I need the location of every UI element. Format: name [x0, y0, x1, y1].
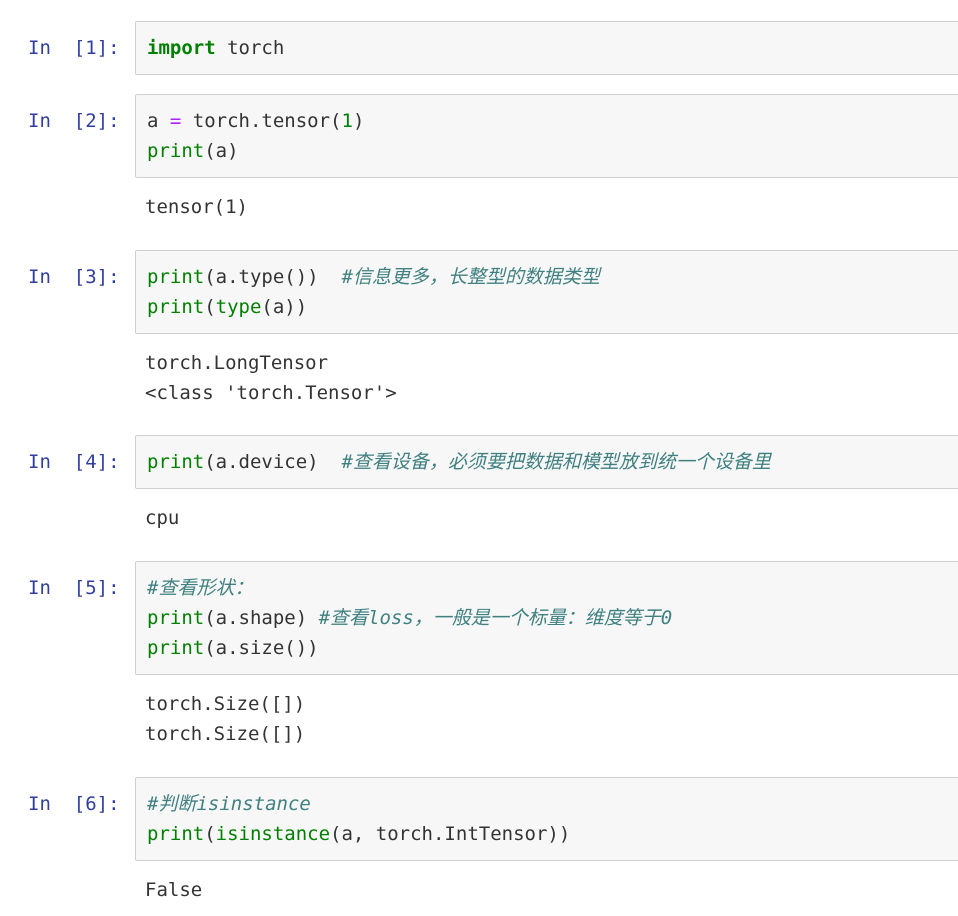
code-token: (a)	[204, 140, 239, 162]
code-token: isinstance	[215, 823, 331, 845]
output-line: cpu	[145, 507, 180, 529]
code-token: print	[147, 823, 205, 845]
output-line: False	[145, 879, 203, 901]
code-token: #信息更多，长整型的数据类型	[341, 266, 600, 288]
input-prompt: In [1]:	[28, 37, 120, 59]
code-token: print	[147, 451, 205, 473]
code-token: a	[147, 110, 170, 132]
code-token: print	[147, 266, 205, 288]
code-input-area[interactable]: import torch	[135, 21, 958, 75]
code-line: print(a.shape) #查看loss，一般是一个标量：维度等于0	[147, 603, 958, 633]
code-token: #查看loss，一般是一个标量：维度等于0	[318, 607, 673, 629]
code-line: print(a.size())	[147, 633, 958, 663]
cell-output: tensor(1)	[145, 192, 248, 222]
input-prompt: In [2]:	[28, 110, 120, 132]
code-input-area[interactable]: a = torch.tensor(1) print(a)	[135, 94, 958, 178]
code-token: #查看形状：	[147, 577, 254, 599]
code-token: print	[147, 140, 205, 162]
code-token: print	[147, 296, 205, 318]
code-line: print(a)	[147, 136, 958, 166]
code-token: 1	[341, 110, 353, 132]
cell-output: torch.Size([]) torch.Size([])	[145, 689, 305, 749]
code-input-area[interactable]: print(a.type()) #信息更多，长整型的数据类型 print(type…	[135, 250, 958, 334]
code-input-area[interactable]: print(a.device) #查看设备，必须要把数据和模型放到统一个设备里	[135, 435, 958, 489]
code-line: a = torch.tensor(1)	[147, 106, 958, 136]
output-line: torch.LongTensor	[145, 352, 329, 374]
code-token: type	[215, 296, 262, 318]
code-line: #查看形状：	[147, 573, 958, 603]
code-token: torch.tensor(	[181, 110, 342, 132]
code-token: (	[204, 823, 216, 845]
code-line: print(a.device) #查看设备，必须要把数据和模型放到统一个设备里	[147, 447, 958, 477]
code-token: (a.type())	[204, 266, 342, 288]
code-token: )	[352, 110, 365, 132]
cell-output: cpu	[145, 503, 179, 533]
code-token: (a))	[261, 296, 308, 318]
code-line: print(isinstance(a, torch.IntTensor))	[147, 819, 958, 849]
output-line: <class 'torch.Tensor'>	[145, 382, 397, 404]
output-line: tensor(1)	[145, 196, 248, 218]
code-token: (a, torch.IntTensor))	[330, 823, 571, 845]
input-prompt: In [5]:	[28, 577, 120, 599]
code-token: (a.device)	[204, 451, 342, 473]
code-token: torch	[215, 37, 285, 59]
code-token: print	[147, 637, 205, 659]
code-token: (a.size())	[204, 637, 319, 659]
input-prompt: In [6]:	[28, 793, 120, 815]
code-token: import	[147, 37, 216, 59]
output-line: torch.Size([])	[145, 693, 306, 715]
code-input-area[interactable]: #判断isinstance print(isinstance(a, torch.I…	[135, 777, 958, 861]
code-token: =	[169, 110, 182, 132]
code-line: import torch	[147, 33, 958, 63]
code-token: (a.shape)	[204, 607, 319, 629]
code-token: #判断isinstance	[147, 793, 311, 815]
cell-output: False	[145, 875, 202, 905]
code-line: print(type(a))	[147, 292, 958, 322]
cell-output: torch.LongTensor <class 'torch.Tensor'>	[145, 348, 397, 408]
code-line: print(a.type()) #信息更多，长整型的数据类型	[147, 262, 958, 292]
code-input-area[interactable]: #查看形状： print(a.shape) #查看loss，一般是一个标量：维度等…	[135, 561, 958, 675]
code-token: (	[204, 296, 216, 318]
output-line: torch.Size([])	[145, 723, 306, 745]
code-line: #判断isinstance	[147, 789, 958, 819]
code-token: print	[147, 607, 205, 629]
code-token: #查看设备，必须要把数据和模型放到统一个设备里	[341, 451, 771, 473]
input-prompt: In [4]:	[28, 451, 120, 473]
input-prompt: In [3]:	[28, 266, 120, 288]
